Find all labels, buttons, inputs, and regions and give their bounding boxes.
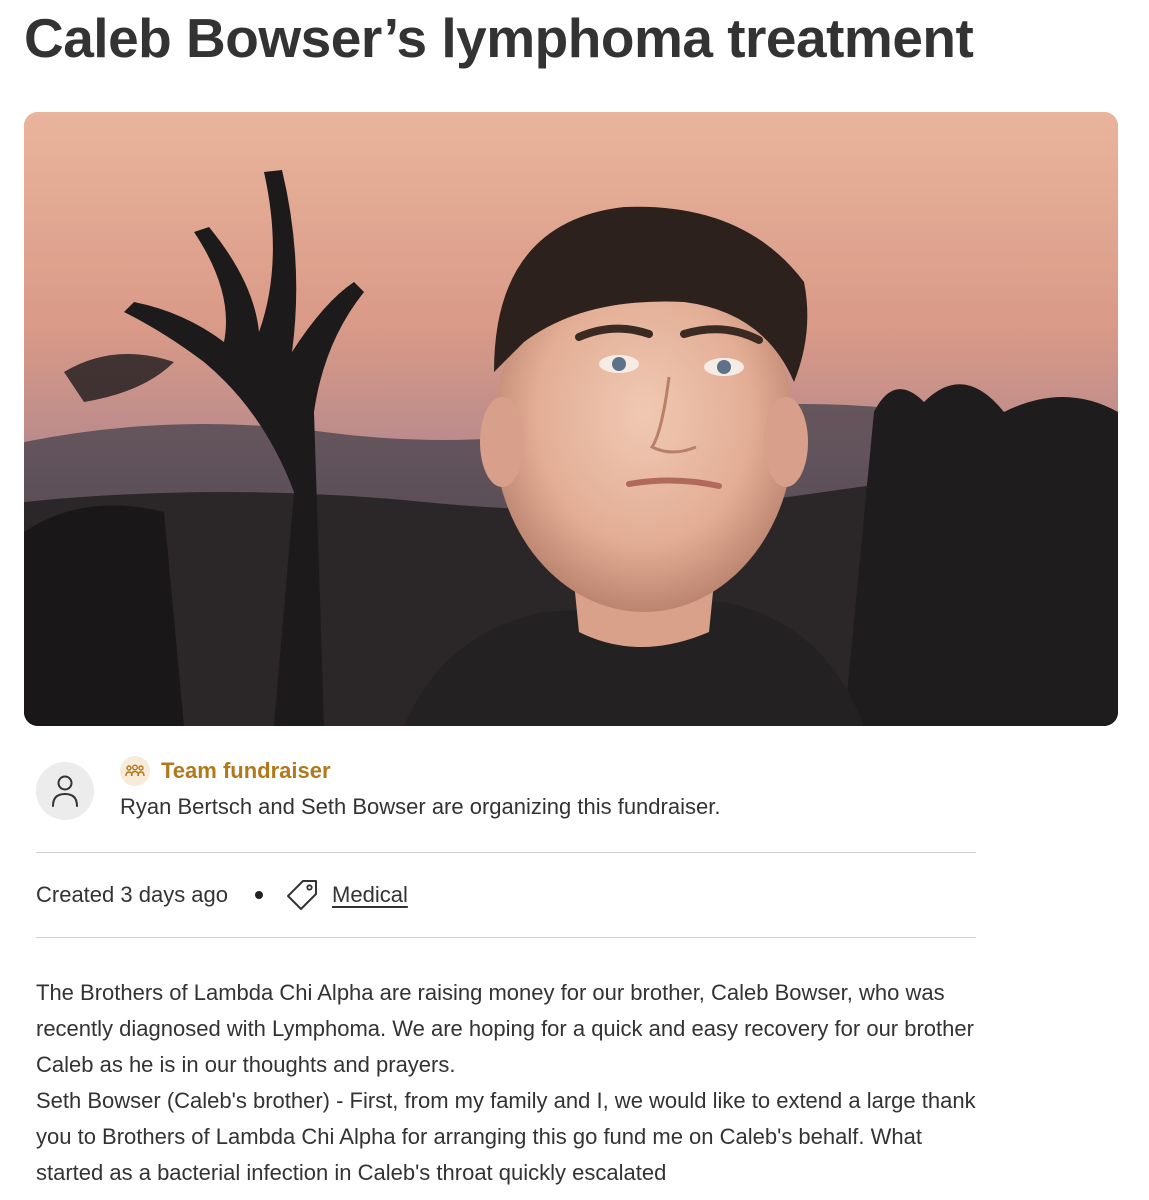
separator-dot bbox=[255, 891, 264, 899]
page-title: Caleb Bowser’s lymphoma treatment bbox=[24, 7, 974, 69]
organizer-description: Ryan Bertsch and Seth Bowser are organiz… bbox=[120, 794, 721, 819]
user-icon bbox=[52, 775, 78, 807]
hero-image[interactable] bbox=[24, 112, 1118, 726]
hero-photo bbox=[24, 112, 1118, 726]
campaign-story: The Brothers of Lambda Chi Alpha are rai… bbox=[36, 975, 981, 1191]
campaign-meta: Created 3 days ago Medical bbox=[36, 876, 408, 914]
team-fundraiser-label: Team fundraiser bbox=[161, 758, 331, 783]
team-fundraiser-line: Team fundraiser bbox=[120, 756, 331, 786]
tag-icon bbox=[285, 878, 319, 912]
story-paragraph: The Brothers of Lambda Chi Alpha are rai… bbox=[36, 980, 974, 1077]
divider bbox=[36, 937, 976, 938]
story-paragraph: Seth Bowser (Caleb's brother) - First, f… bbox=[36, 1088, 976, 1185]
created-date: Created 3 days ago bbox=[36, 882, 229, 907]
organizer-section: Team fundraiser Ryan Bertsch and Seth Bo… bbox=[36, 756, 976, 836]
organizer-avatar[interactable] bbox=[36, 762, 94, 820]
category-link[interactable]: Medical bbox=[332, 882, 408, 908]
people-group-icon bbox=[120, 756, 150, 786]
divider bbox=[36, 852, 976, 853]
